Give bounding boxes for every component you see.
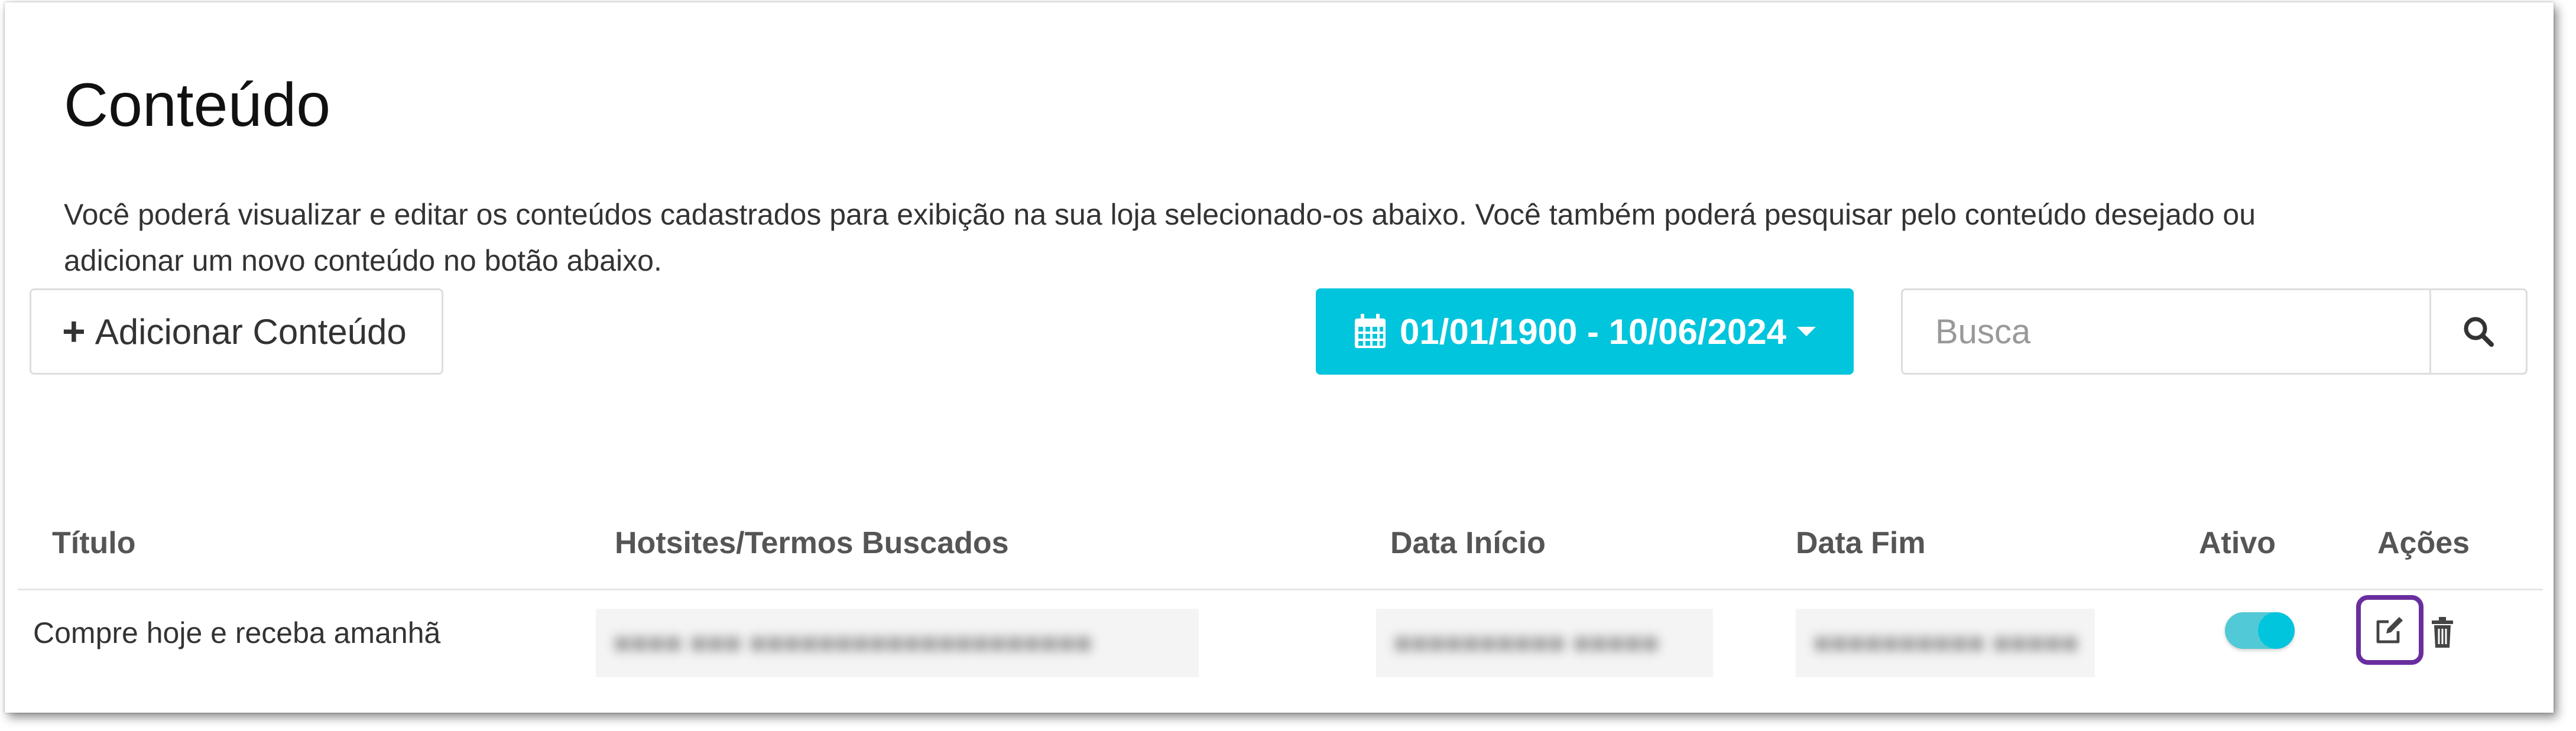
date-range-label: 01/01/1900 - 10/06/2024 (1400, 311, 1786, 352)
search-input[interactable] (1901, 288, 2429, 375)
add-content-button[interactable]: + Adicionar Conteúdo (30, 288, 443, 375)
calendar-icon (1355, 314, 1386, 348)
content-panel: Conteúdo Você poderá visualizar e editar… (5, 2, 2554, 713)
edit-icon (2376, 617, 2403, 644)
column-header-data-inicio[interactable]: Data Início (1390, 525, 1546, 561)
trash-icon[interactable] (2431, 617, 2454, 648)
date-range-button[interactable]: 01/01/1900 - 10/06/2024 (1316, 288, 1854, 375)
blurred-data-inicio-cell: ■■■■■■■■■■ ■■■■■ (1376, 609, 1713, 677)
caret-down-icon (1796, 327, 1816, 336)
column-header-data-fim[interactable]: Data Fim (1796, 525, 1926, 561)
active-toggle[interactable] (2225, 612, 2295, 649)
page-title: Conteúdo (64, 71, 331, 139)
edit-button[interactable] (2356, 595, 2423, 665)
table-header-divider (18, 589, 2543, 590)
toggle-knob (2258, 612, 2295, 649)
page-description: Você poderá visualizar e editar os conte… (64, 198, 2256, 277)
plus-icon: + (62, 309, 86, 354)
blurred-data-fim-cell: ■■■■■■■■■■ ■■■■■ (1796, 609, 2095, 677)
blurred-hotsites-cell: ■■■■ ■■■ ■■■■■■■■■■■■■■■■■■■■ (596, 609, 1199, 677)
row-title: Compre hoje e receba amanhã (33, 616, 441, 649)
column-header-titulo[interactable]: Título (52, 525, 136, 561)
column-header-ativo: Ativo (2199, 526, 2276, 560)
magnifier-icon (2464, 317, 2494, 347)
add-content-label: Adicionar Conteúdo (95, 311, 407, 352)
column-header-acoes: Ações (2377, 526, 2470, 560)
column-header-hotsites[interactable]: Hotsites/Termos Buscados (615, 525, 1009, 561)
search-button[interactable] (2429, 288, 2528, 375)
